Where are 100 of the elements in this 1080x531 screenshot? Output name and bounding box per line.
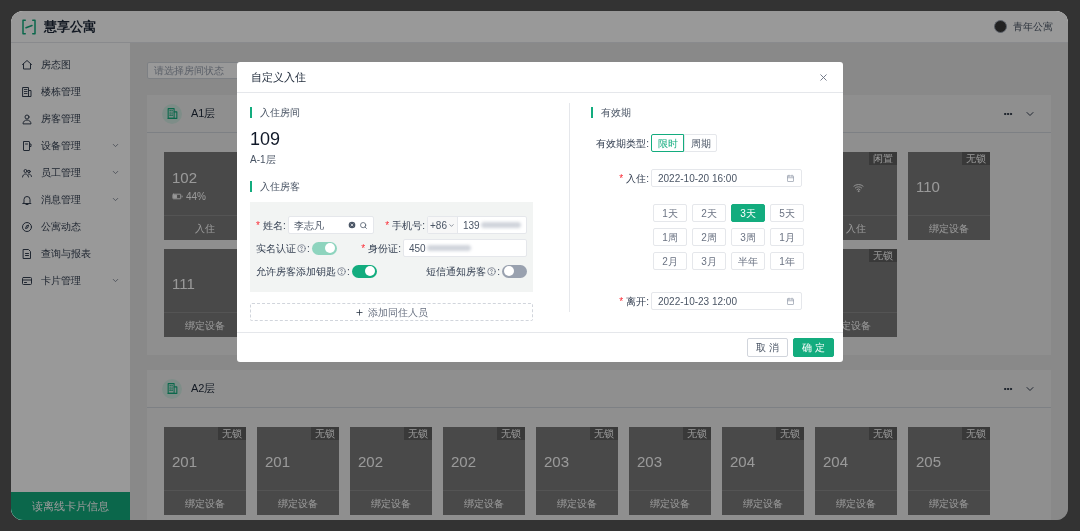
sidebar-item[interactable]: 房客管理 [11,105,130,132]
status-tag: 无锁 [497,427,525,440]
validity-type-tab[interactable]: 限时 [651,134,684,152]
toggle-switch[interactable] [502,264,527,278]
field-label: 手机号: [392,218,425,233]
field-label: 离开: [626,294,649,309]
room-number: 201 [172,452,199,471]
battery-level: 44% [186,190,206,204]
confirm-button[interactable]: 确 定 [793,338,834,357]
tablet-icon [21,139,33,152]
app-title: 慧享公寓 [44,17,96,36]
help-icon [337,266,346,276]
required-mark: * [619,171,624,186]
user-name[interactable]: 青年公寓 [1013,19,1053,34]
logo-icon [20,17,38,36]
duration-option[interactable]: 3天 [731,204,765,222]
building-icon [162,103,182,124]
label-colon: : [307,241,310,256]
room-number: 111 [172,274,196,293]
building-icon [162,378,182,399]
name-field[interactable]: 李志凡 [287,216,374,234]
sidebar-item[interactable]: 卡片管理 [11,267,130,294]
sidebar-item[interactable]: 消息管理 [11,186,130,213]
avatar-icon [994,20,1007,33]
sidebar-item[interactable]: 公寓动态 [11,213,130,240]
floor-name: A1层 [191,106,216,122]
field-label: 入住: [626,171,649,186]
status-tag: 无锁 [962,427,990,440]
duration-option[interactable]: 1月 [770,228,804,246]
duration-option[interactable]: 3周 [731,228,765,246]
duration-option[interactable]: 2月 [653,252,687,270]
toggle-switch[interactable] [351,264,377,278]
status-tag: 无锁 [590,427,618,440]
field-label: 短信通知房客 [426,264,487,279]
section-heading: 有效期 [591,107,843,118]
person-icon [21,112,33,125]
status-tag: 无锁 [311,427,339,440]
status-tag: 无锁 [218,427,246,440]
status-tag: 闲置 [869,152,897,165]
calendar-icon [786,173,795,183]
room-number: 204 [823,452,850,471]
validity-type-tab[interactable]: 周期 [684,134,717,152]
sidebar-item[interactable]: 员工管理 [11,159,130,186]
sidebar-item[interactable]: 楼栋管理 [11,78,130,105]
duration-option[interactable]: 1年 [770,252,804,270]
field-label: 实名认证 [256,241,296,256]
people-icon [21,166,33,179]
room-number: 201 [265,452,292,471]
status-tag: 无锁 [869,427,897,440]
calendar-icon [786,296,795,306]
required-mark: * [256,218,260,233]
field-value: 450 [409,241,426,256]
duration-option[interactable]: 3月 [692,252,726,270]
plus-icon [355,307,364,317]
field-value: 李志凡 [293,218,325,233]
duration-option[interactable]: 2周 [692,228,726,246]
sidebar-item[interactable]: 设备管理 [11,132,130,159]
id-card-field[interactable]: 450 [403,239,527,257]
clear-icon[interactable] [347,221,356,229]
home-icon [21,58,33,71]
room-number: 205 [916,452,943,471]
field-label: 允许房客添加钥匙 [256,264,336,279]
section-heading: 入住房客 [250,181,534,192]
duration-option[interactable]: 2天 [692,204,726,222]
duration-option[interactable]: 1天 [653,204,687,222]
date-field[interactable]: 2022-10-20 16:00 [651,169,802,187]
document-icon [21,247,33,260]
bell-icon [21,193,33,206]
add-cohabitant-button[interactable]: 添加同住人员 [250,303,533,321]
room-number: 102 [172,169,199,187]
label-colon: : [347,264,350,279]
room-number: 203 [637,452,664,471]
cancel-button[interactable]: 取 消 [747,338,789,357]
sidebar-item[interactable]: 查询与报表 [11,240,130,267]
room-number: 204 [730,452,757,471]
duration-option[interactable]: 1周 [653,228,687,246]
status-tag: 无锁 [683,427,711,440]
room-number: 203 [544,452,571,471]
required-mark: * [361,241,366,256]
field-value: 2022-10-23 12:00 [658,294,737,309]
floor-label: A-1层 [250,153,276,167]
duration-option[interactable]: 半年 [731,252,765,270]
date-field[interactable]: 2022-10-23 12:00 [651,292,802,310]
floor-name: A2层 [191,381,216,397]
field-label: 有效期类型: [596,136,649,151]
room-number: 202 [358,452,385,471]
required-mark: * [619,294,624,309]
help-icon [487,266,497,276]
building-icon [21,85,33,98]
field-label: 身份证: [368,241,401,256]
close-icon[interactable] [818,71,829,83]
card-icon [21,274,33,287]
duration-option[interactable]: 5天 [770,204,804,222]
status-tag: 无锁 [962,152,990,165]
section-heading: 入住房间 [250,107,534,118]
search-icon[interactable] [358,220,368,230]
label-colon: : [497,264,500,279]
sidebar-item[interactable]: 房态图 [11,51,130,78]
room-number: 110 [916,177,941,196]
status-tag: 无锁 [869,249,897,262]
